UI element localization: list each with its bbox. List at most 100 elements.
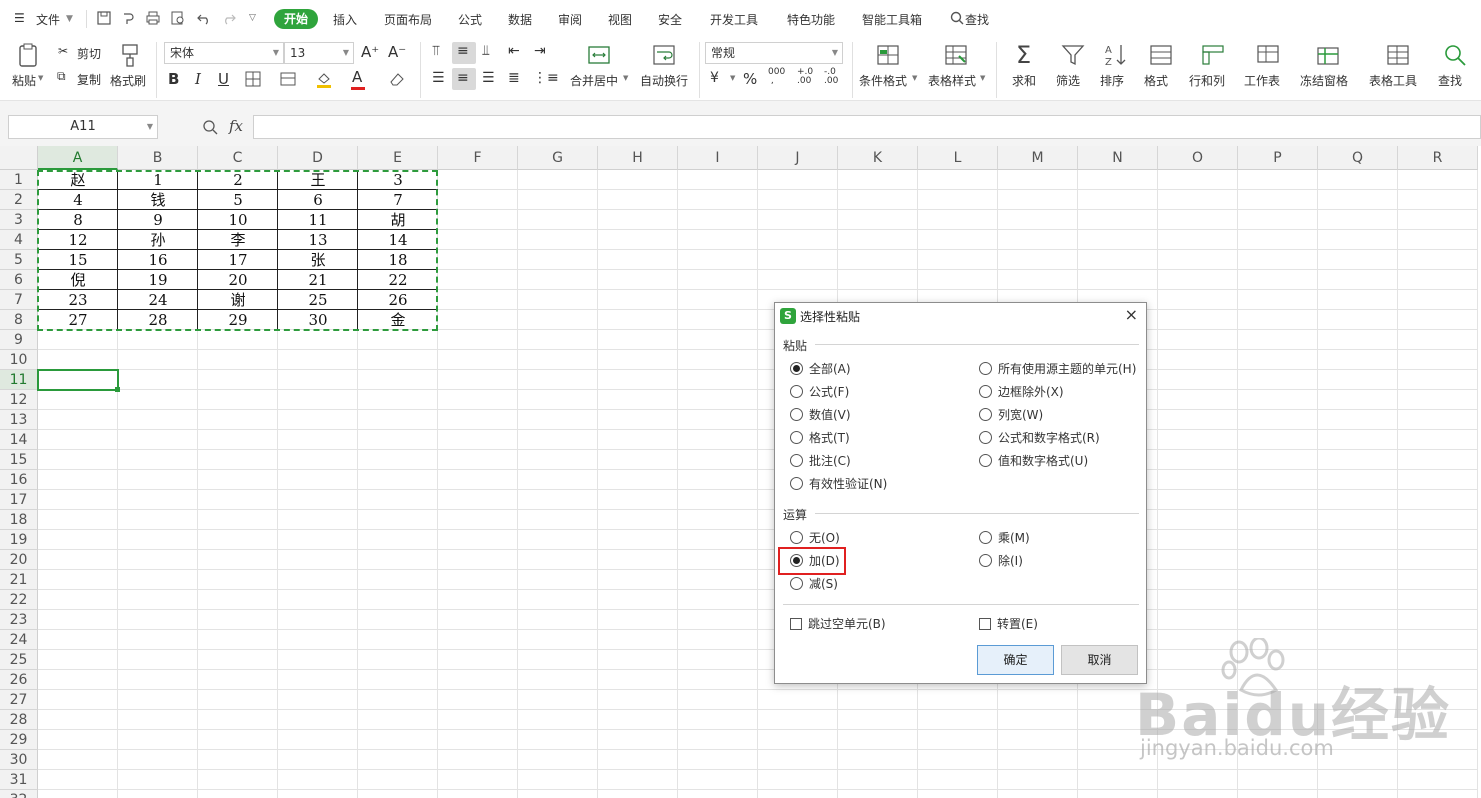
select-all-corner[interactable] (0, 146, 38, 170)
row-col-icon[interactable] (1200, 42, 1226, 68)
font-size-select[interactable]: 13 ▼ (284, 42, 354, 64)
row-header-9[interactable]: 9 (0, 330, 38, 350)
column-header-d[interactable]: D (278, 146, 358, 170)
row-header-29[interactable]: 29 (0, 730, 38, 750)
increase-font-icon[interactable]: A⁺ (361, 43, 379, 61)
zoom-icon[interactable] (202, 119, 218, 135)
merge-center-button[interactable]: 合并居中 (570, 72, 618, 89)
row-header-1[interactable]: 1 (0, 170, 38, 190)
row-header-30[interactable]: 30 (0, 750, 38, 770)
row-header-14[interactable]: 14 (0, 430, 38, 450)
tab-page-layout[interactable]: 页面布局 (384, 11, 432, 28)
radio-op-subtract[interactable]: 减(S) (790, 576, 838, 592)
chevron-down-icon[interactable]: ▼ (147, 116, 153, 138)
chevron-down-icon[interactable]: ▼ (912, 74, 917, 82)
find-button[interactable]: 查找 (1438, 72, 1462, 89)
row-header-19[interactable]: 19 (0, 530, 38, 550)
filter-icon[interactable] (1060, 42, 1086, 68)
decrease-font-icon[interactable]: A⁻ (388, 43, 406, 61)
radio-paste-source-theme[interactable]: 所有使用源主题的单元(H) (979, 361, 1136, 377)
conditional-format-icon[interactable] (875, 42, 901, 68)
row-header-25[interactable]: 25 (0, 650, 38, 670)
cell-style-icon[interactable] (279, 70, 297, 88)
search-label[interactable]: 查找 (965, 11, 989, 28)
column-header-m[interactable]: M (998, 146, 1078, 170)
column-header-b[interactable]: B (118, 146, 198, 170)
radio-paste-formats[interactable]: 格式(T) (790, 430, 850, 446)
wrap-text-button[interactable]: 自动换行 (640, 72, 688, 89)
comma-style-icon[interactable]: 000 , (768, 68, 785, 86)
row-header-24[interactable]: 24 (0, 630, 38, 650)
radio-paste-all[interactable]: 全部(A) (790, 361, 851, 377)
radio-op-multiply[interactable]: 乘(M) (979, 530, 1030, 546)
customize-quick-access-icon[interactable]: ▽ (249, 13, 256, 23)
merge-center-icon[interactable] (586, 42, 612, 68)
row-header-17[interactable]: 17 (0, 490, 38, 510)
print-preview-icon[interactable] (170, 10, 186, 26)
indent-decrease-icon[interactable]: ⇤ (508, 43, 520, 59)
column-header-g[interactable]: G (518, 146, 598, 170)
column-header-k[interactable]: K (838, 146, 918, 170)
chevron-down-icon[interactable]: ▼ (38, 74, 43, 82)
column-header-o[interactable]: O (1158, 146, 1238, 170)
row-header-28[interactable]: 28 (0, 710, 38, 730)
row-header-2[interactable]: 2 (0, 190, 38, 210)
tab-data[interactable]: 数据 (508, 11, 532, 28)
column-header-a[interactable]: A (38, 146, 118, 170)
column-header-q[interactable]: Q (1318, 146, 1398, 170)
percent-button[interactable]: % (743, 70, 757, 88)
align-left-icon[interactable]: ☰ (432, 70, 445, 86)
paste-icon[interactable] (16, 42, 42, 68)
fill-color-icon[interactable] (315, 70, 333, 88)
conditional-format-button[interactable]: 条件格式 (859, 72, 907, 89)
freeze-panes-icon[interactable] (1315, 42, 1341, 68)
chevron-down-icon[interactable]: ▼ (66, 14, 73, 24)
scissors-icon[interactable]: ✂ (58, 44, 68, 58)
menu-icon[interactable]: ☰ (14, 11, 25, 25)
column-header-e[interactable]: E (358, 146, 438, 170)
ok-button[interactable]: 确定 (977, 645, 1054, 675)
row-header-7[interactable]: 7 (0, 290, 38, 310)
column-header-l[interactable]: L (918, 146, 998, 170)
font-color-button[interactable]: A (352, 68, 362, 86)
tab-special-features[interactable]: 特色功能 (787, 11, 835, 28)
column-header-n[interactable]: N (1078, 146, 1158, 170)
radio-paste-values[interactable]: 数值(V) (790, 407, 851, 423)
row-header-21[interactable]: 21 (0, 570, 38, 590)
align-bottom-icon[interactable]: ⫫ (482, 43, 490, 59)
radio-op-divide[interactable]: 除(I) (979, 553, 1023, 569)
table-tools-button[interactable]: 表格工具 (1369, 72, 1417, 89)
row-header-10[interactable]: 10 (0, 350, 38, 370)
tab-developer[interactable]: 开发工具 (710, 11, 758, 28)
column-header-p[interactable]: P (1238, 146, 1318, 170)
sum-icon[interactable]: Σ (1016, 41, 1031, 69)
radio-paste-column-widths[interactable]: 列宽(W) (979, 407, 1043, 423)
radio-op-none[interactable]: 无(O) (790, 530, 840, 546)
tab-insert[interactable]: 插入 (333, 11, 357, 28)
underline-button[interactable]: U (218, 70, 229, 88)
radio-paste-comments[interactable]: 批注(C) (790, 453, 851, 469)
tab-review[interactable]: 审阅 (558, 11, 582, 28)
search-icon[interactable] (950, 11, 964, 25)
radio-paste-values-numbers[interactable]: 值和数字格式(U) (979, 453, 1088, 469)
row-header-18[interactable]: 18 (0, 510, 38, 530)
eraser-icon[interactable] (388, 70, 406, 88)
row-header-12[interactable]: 12 (0, 390, 38, 410)
fx-icon[interactable]: fx (229, 117, 243, 135)
radio-paste-no-borders[interactable]: 边框除外(X) (979, 384, 1064, 400)
filter-button[interactable]: 筛选 (1056, 72, 1080, 89)
undo-icon[interactable] (196, 10, 212, 26)
format-icon[interactable] (1148, 42, 1174, 68)
freeze-panes-button[interactable]: 冻结窗格 (1300, 72, 1348, 89)
row-header-5[interactable]: 5 (0, 250, 38, 270)
wrap-text-icon[interactable] (651, 42, 677, 68)
redo-icon[interactable] (221, 10, 237, 26)
row-header-22[interactable]: 22 (0, 590, 38, 610)
sort-button[interactable]: 排序 (1100, 72, 1124, 89)
column-header-i[interactable]: I (678, 146, 758, 170)
font-name-select[interactable]: 宋体 ▼ (164, 42, 284, 64)
column-header-j[interactable]: J (758, 146, 838, 170)
chevron-down-icon[interactable]: ▼ (980, 74, 985, 82)
sum-button[interactable]: 求和 (1012, 72, 1036, 89)
table-style-button[interactable]: 表格样式 (928, 72, 976, 89)
